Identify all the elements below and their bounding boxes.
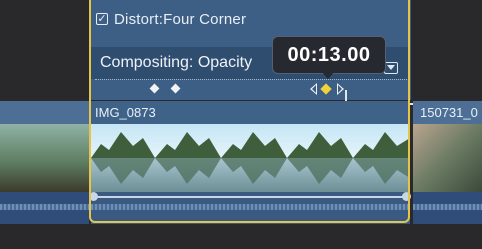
- timeline-background-bottom: [0, 224, 482, 249]
- clip-left-audio[interactable]: [0, 192, 89, 224]
- audio-waveform: [0, 204, 89, 210]
- clip-left-filmstrip[interactable]: [0, 124, 89, 192]
- clip-right-audio[interactable]: [413, 192, 482, 224]
- clip-right-filmstrip[interactable]: [413, 124, 482, 192]
- audio-waveform: [413, 204, 482, 210]
- clip-left-header[interactable]: [0, 101, 89, 124]
- clip-right-header[interactable]: 150731_0: [413, 101, 482, 124]
- clip-selection-outline: [89, 0, 410, 223]
- clip-name: 150731_0: [420, 105, 478, 120]
